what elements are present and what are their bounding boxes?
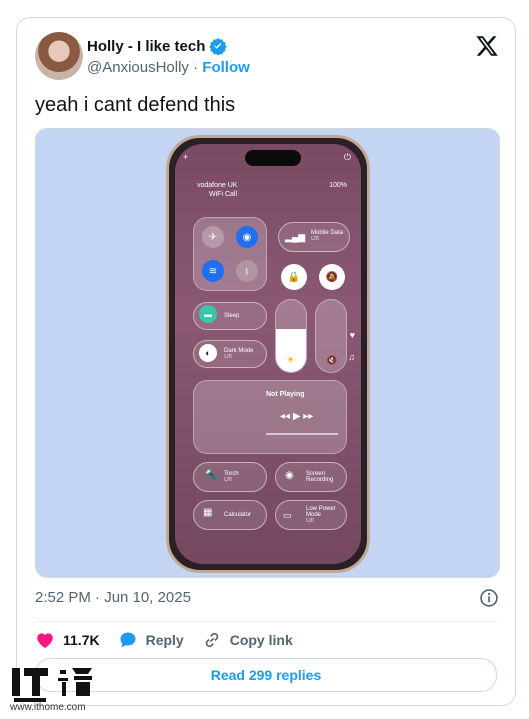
- read-replies-label: Read 299 replies: [210, 667, 322, 683]
- bluetooth-icon[interactable]: ᛒ: [236, 260, 258, 282]
- battery-icon: ▭: [283, 510, 292, 520]
- brightness-slider[interactable]: ☀: [275, 299, 307, 373]
- wifi-icon[interactable]: ≋: [202, 260, 224, 282]
- like-button[interactable]: 11.7K: [35, 630, 100, 650]
- connectivity-tile[interactable]: ✈ ◉ ≋ ᛒ: [193, 217, 267, 291]
- muted-speaker-icon: 🔇: [326, 355, 338, 365]
- reply-bubble-icon: [120, 632, 136, 648]
- airdrop-icon[interactable]: ◉: [236, 226, 258, 248]
- low-power-label: Low Power Mode: [306, 506, 336, 518]
- tweet-card: Holly - I like tech @AnxiousHolly · Foll…: [16, 17, 516, 706]
- verified-badge-icon: [209, 38, 228, 55]
- action-bar: 11.7K Reply Copy link: [35, 630, 293, 650]
- airplane-icon[interactable]: ✈: [202, 226, 224, 248]
- silent-mode-icon[interactable]: 🔕: [319, 264, 345, 290]
- media-controls-icon[interactable]: ◂◂ ▶ ▸▸: [280, 411, 313, 422]
- reply-button[interactable]: Reply: [118, 630, 184, 650]
- control-center-screen: + ⏻ vodafone UK WiFi Call 100% ✈ ◉ ≋ ᛒ M…: [175, 144, 361, 564]
- link-icon: [205, 632, 218, 648]
- signal-bars-icon: ▂▄▆: [285, 232, 306, 242]
- dark-mode-state: Off: [224, 354, 232, 360]
- power-icon: ⏻: [343, 152, 351, 162]
- low-power-state: Off: [306, 518, 314, 524]
- author-name-row[interactable]: Holly - I like tech: [87, 37, 228, 55]
- avatar[interactable]: [35, 32, 83, 80]
- sun-icon: ☀: [286, 355, 295, 366]
- media-progress[interactable]: [266, 433, 338, 435]
- author-handle[interactable]: @AnxiousHolly: [87, 59, 189, 76]
- author-name[interactable]: Holly - I like tech: [87, 38, 205, 55]
- carrier-label: vodafone UK: [197, 182, 238, 189]
- now-playing-tile[interactable]: Not Playing ◂◂ ▶ ▸▸: [193, 380, 347, 454]
- handle-line: @AnxiousHolly · Follow: [87, 59, 250, 76]
- dark-mode-icon: ◐: [199, 344, 217, 362]
- plus-icon: +: [183, 152, 189, 162]
- tweet-text: yeah i cant defend this: [35, 94, 236, 116]
- torch-icon: 🔦: [205, 470, 218, 481]
- sleep-label: Sleep: [224, 313, 240, 319]
- calculator-label: Calculator: [224, 512, 252, 518]
- record-icon: ◉: [285, 470, 294, 481]
- torch-state: Off: [224, 477, 232, 483]
- reply-label: Reply: [145, 632, 184, 648]
- mobile-data-state: Off: [311, 236, 319, 242]
- dot-separator: ·: [193, 59, 203, 76]
- battery-label: 100%: [329, 182, 347, 189]
- divider: [35, 621, 497, 622]
- now-playing-label: Not Playing: [266, 391, 305, 398]
- copy-link-label: Copy link: [229, 632, 293, 648]
- heart-side-icon: ♥: [349, 330, 355, 340]
- read-replies-button[interactable]: Read 299 replies: [35, 658, 497, 692]
- heart-icon: [37, 633, 53, 648]
- follow-button[interactable]: Follow: [202, 59, 250, 76]
- wifi-call-label: WiFi Call: [209, 191, 237, 198]
- bed-icon: ▬: [199, 305, 217, 323]
- dynamic-island: [245, 150, 301, 166]
- x-logo-icon[interactable]: [475, 34, 499, 58]
- info-icon[interactable]: [479, 588, 499, 608]
- like-count: 11.7K: [63, 632, 100, 648]
- watermark-url: www.ithome.com: [10, 702, 86, 713]
- music-note-icon: ♫: [348, 352, 355, 362]
- volume-slider[interactable]: 🔇: [315, 299, 347, 373]
- calculator-icon: ▦: [203, 507, 213, 518]
- timestamp[interactable]: 2:52 PM · Jun 10, 2025: [35, 589, 191, 606]
- rotation-lock-icon[interactable]: 🔒: [281, 264, 307, 290]
- screen-recording-label: Screen Recording: [306, 471, 334, 483]
- tweet-media-image[interactable]: + ⏻ vodafone UK WiFi Call 100% ✈ ◉ ≋ ᛒ M…: [35, 128, 500, 578]
- copy-link-button[interactable]: Copy link: [202, 630, 293, 650]
- phone-frame: + ⏻ vodafone UK WiFi Call 100% ✈ ◉ ≋ ᛒ M…: [166, 135, 370, 573]
